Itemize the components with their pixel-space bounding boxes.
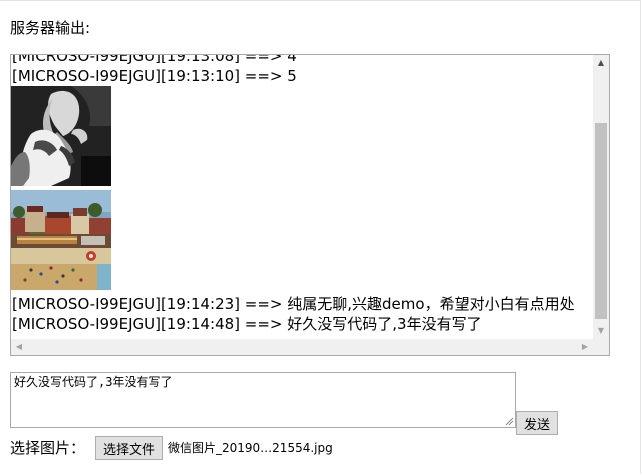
selected-file-name: 微信图片_20190…21554.jpg [168,441,333,455]
server-output-content: [MICROSO-I99EJGU][19:13:08] ==> 4 [MICRO… [11,54,593,334]
choose-file-button[interactable]: 选择文件 [95,436,163,460]
output-vertical-scrollbar[interactable]: ▲ ▼ [593,55,609,339]
log-line: [MICROSO-I99EJGU][19:13:08] ==> 4 [12,54,297,65]
scrollbar-corner [593,339,609,355]
log-line: [MICROSO-I99EJGU][19:14:23] ==> 纯属无聊,兴趣d… [12,295,575,313]
log-line: [MICROSO-I99EJGU][19:14:48] ==> 好久没写代码了,… [12,315,482,333]
scroll-up-arrow-icon[interactable]: ▲ [593,55,609,71]
server-output-heading: 服务器输出: [10,19,91,37]
output-horizontal-scrollbar[interactable]: ◀ ▶ [11,339,593,355]
resize-grip-icon[interactable] [505,417,514,426]
scroll-down-arrow-icon[interactable]: ▼ [593,323,609,339]
received-image-town-scene [11,190,111,290]
scroll-right-arrow-icon[interactable]: ▶ [577,339,593,355]
scroll-left-arrow-icon[interactable]: ◀ [11,339,27,355]
send-button[interactable]: 发送 [516,411,558,435]
choose-image-label: 选择图片： [10,439,86,457]
message-textarea[interactable]: 好久没写代码了,3年没有写了 [10,372,516,428]
log-line: [MICROSO-I99EJGU][19:13:10] ==> 5 [12,67,297,85]
server-output-panel[interactable]: [MICROSO-I99EJGU][19:13:08] ==> 4 [MICRO… [10,54,610,356]
received-image-woman-photo [11,86,111,186]
vertical-scroll-thumb[interactable] [595,123,607,319]
